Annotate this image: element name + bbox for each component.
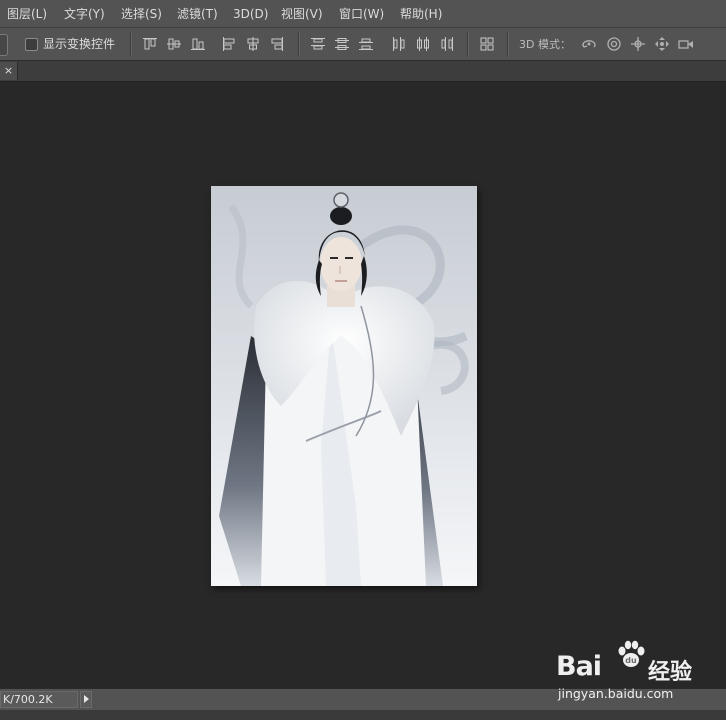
baidu-jingyan-watermark: Bai du 经验 jingyan.baidu.com bbox=[556, 640, 721, 708]
watermark-url: jingyan.baidu.com bbox=[558, 686, 674, 701]
document-tab-bar: × bbox=[0, 61, 726, 82]
menu-bar: 图层(L) 文字(Y) 选择(S) 滤镜(T) 3D(D) 视图(V) 窗口(W… bbox=[0, 0, 726, 28]
document-size-readout: K/700.2K bbox=[0, 691, 78, 708]
options-bar: 显示变换控件 3D 模式： bbox=[0, 28, 726, 61]
slide-3d-icon[interactable] bbox=[654, 36, 670, 52]
distribute-left-edges-icon[interactable] bbox=[391, 36, 407, 52]
status-menu-arrow-icon[interactable] bbox=[80, 691, 92, 708]
baidu-paw-icon: du bbox=[618, 640, 645, 667]
menu-help[interactable]: 帮助(H) bbox=[400, 0, 442, 28]
menu-filter[interactable]: 滤镜(T) bbox=[177, 0, 218, 28]
menu-window[interactable]: 窗口(W) bbox=[339, 0, 384, 28]
rotate-3d-icon[interactable] bbox=[581, 36, 597, 52]
align-horizontal-centers-icon[interactable] bbox=[245, 36, 261, 52]
align-left-edges-icon[interactable] bbox=[221, 36, 237, 52]
svg-text:du: du bbox=[625, 656, 637, 665]
distribute-bottom-edges-icon[interactable] bbox=[358, 36, 374, 52]
watermark-brand-left: Bai bbox=[556, 651, 602, 682]
distribute-vertical-centers-icon[interactable] bbox=[334, 36, 350, 52]
canvas-workspace[interactable] bbox=[0, 82, 726, 688]
align-vertical-centers-icon[interactable] bbox=[166, 36, 182, 52]
menu-layer[interactable]: 图层(L) bbox=[7, 0, 47, 28]
document-canvas[interactable] bbox=[211, 186, 477, 586]
distribute-horizontal-centers-icon[interactable] bbox=[415, 36, 431, 52]
mode-3d-label: 3D 模式： bbox=[519, 38, 571, 51]
distribute-right-edges-icon[interactable] bbox=[439, 36, 455, 52]
watermark-brand-right: 经验 bbox=[648, 660, 693, 685]
document-image bbox=[211, 186, 477, 586]
drag-3d-icon[interactable] bbox=[630, 36, 646, 52]
toolbar-separator bbox=[507, 32, 508, 57]
align-top-edges-icon[interactable] bbox=[142, 36, 158, 52]
toolbar-separator bbox=[130, 32, 131, 57]
menu-view[interactable]: 视图(V) bbox=[281, 0, 323, 28]
roll-3d-icon[interactable] bbox=[606, 36, 622, 52]
camera-3d-icon[interactable] bbox=[678, 36, 694, 52]
distribute-top-edges-icon[interactable] bbox=[310, 36, 326, 52]
show-transform-controls-label[interactable]: 显示变换控件 bbox=[43, 28, 115, 61]
menu-type[interactable]: 文字(Y) bbox=[64, 0, 105, 28]
menu-3d[interactable]: 3D(D) bbox=[233, 0, 268, 28]
close-icon[interactable]: × bbox=[0, 62, 18, 80]
auto-align-layers-icon[interactable] bbox=[479, 36, 495, 52]
show-transform-controls-checkbox[interactable] bbox=[25, 38, 38, 51]
tool-preset-picker[interactable] bbox=[0, 34, 8, 56]
toolbar-separator bbox=[298, 32, 299, 57]
align-right-edges-icon[interactable] bbox=[269, 36, 285, 52]
toolbar-separator bbox=[467, 32, 468, 57]
align-bottom-edges-icon[interactable] bbox=[190, 36, 206, 52]
menu-select[interactable]: 选择(S) bbox=[121, 0, 162, 28]
